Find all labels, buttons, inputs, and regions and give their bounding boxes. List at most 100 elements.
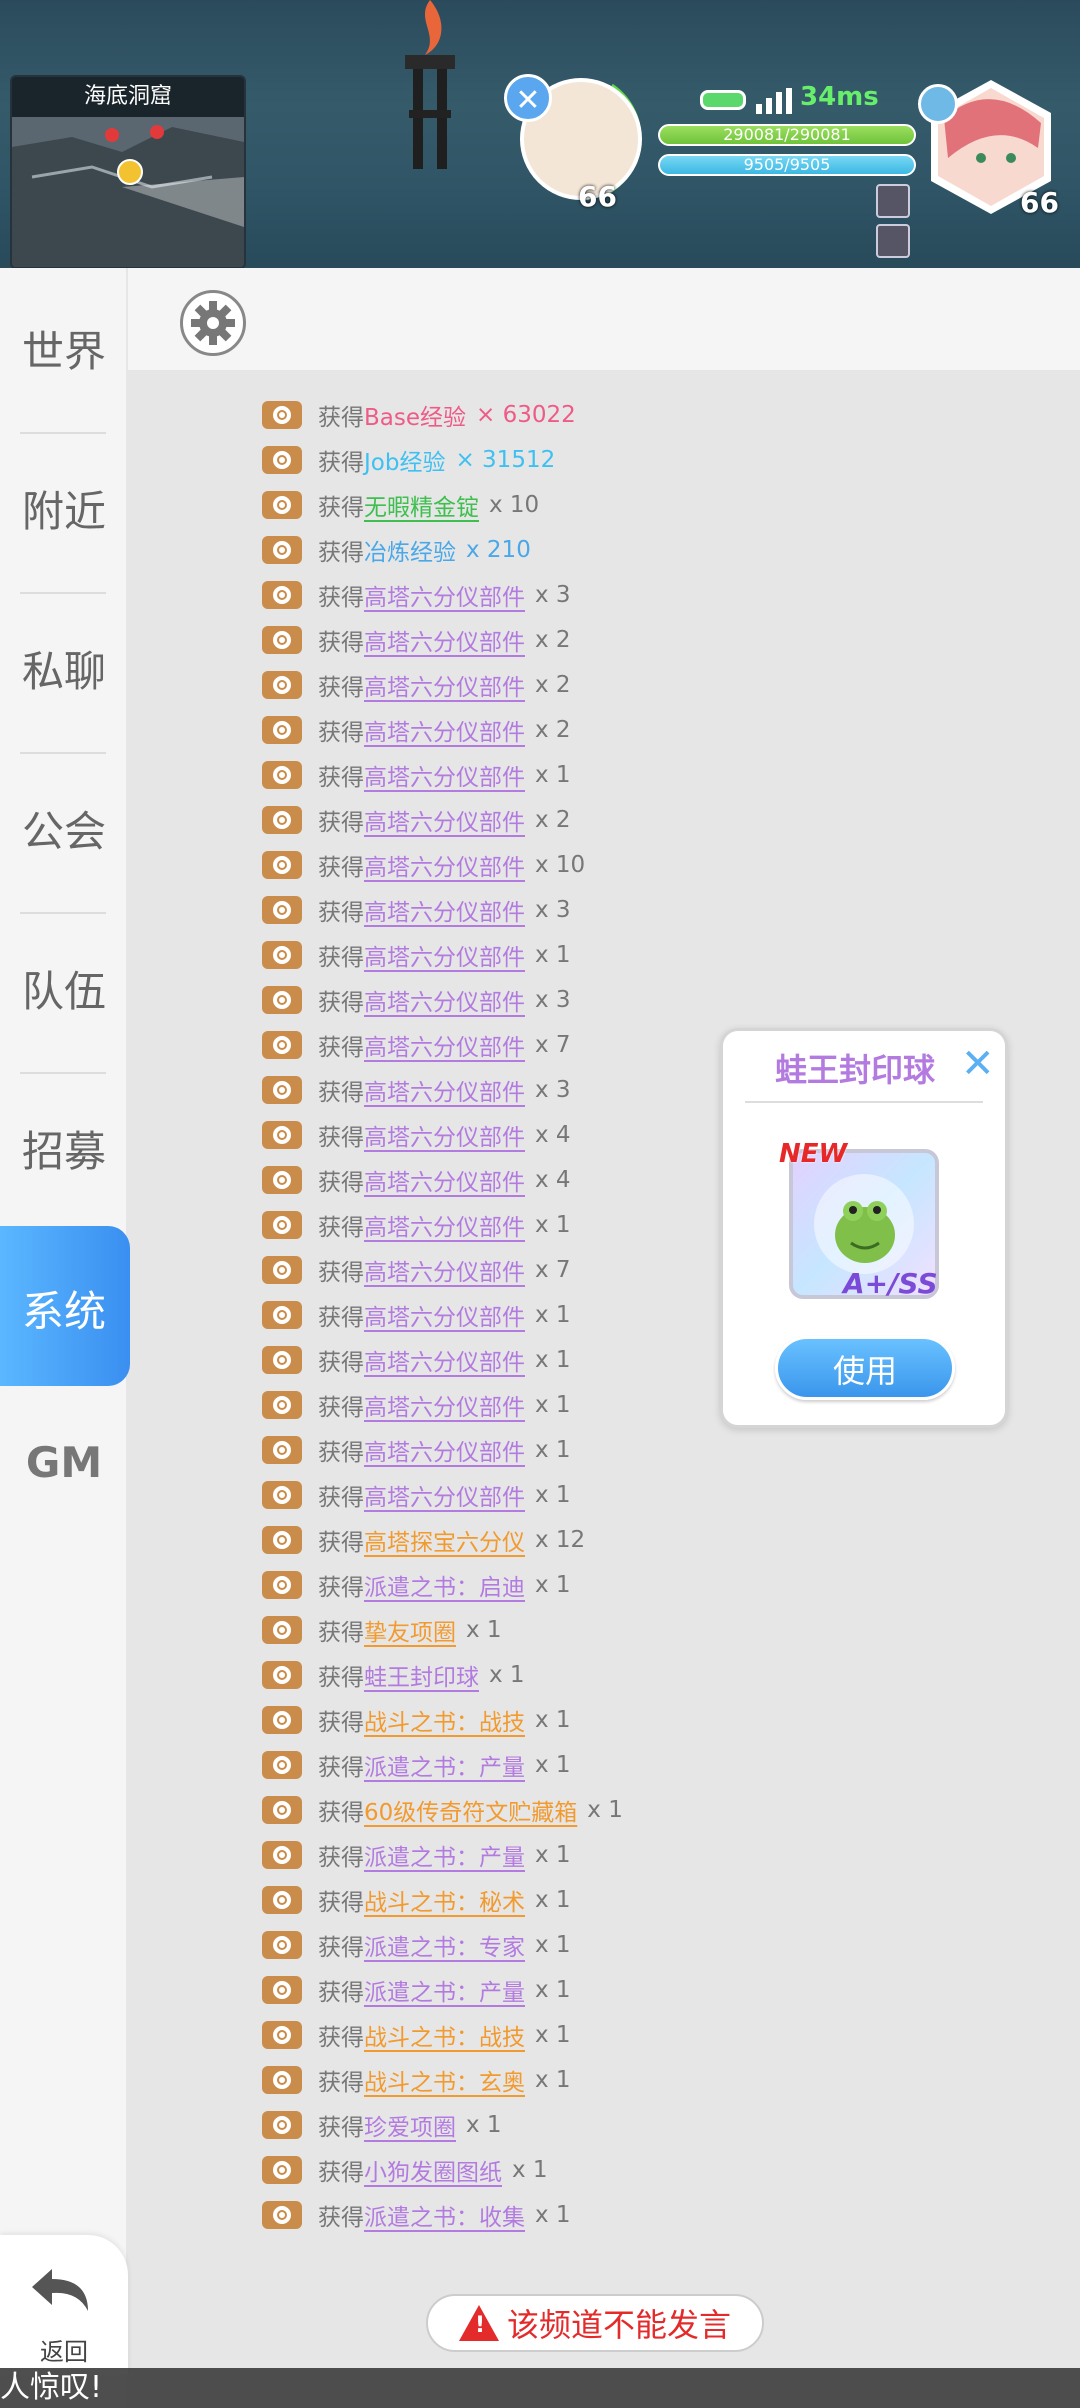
item-link[interactable]: 高塔六分仪部件 xyxy=(364,623,525,657)
item-quantity: x 3 xyxy=(535,1076,571,1103)
item-link[interactable]: 派遣之书：专家 xyxy=(364,1928,525,1962)
message-prefix: 获得 xyxy=(318,1394,364,1421)
item-link[interactable]: 高塔六分仪部件 xyxy=(364,848,525,882)
item-link[interactable]: 蛙王封印球 xyxy=(364,1658,479,1692)
item-quantity: x 1 xyxy=(466,1616,502,1643)
system-gear-icon xyxy=(262,940,302,969)
item-link[interactable]: 高塔六分仪部件 xyxy=(364,1163,525,1197)
item-quantity: x 1 xyxy=(535,1841,571,1868)
item-link[interactable]: 派遣之书：启迪 xyxy=(364,1568,525,1602)
item-link[interactable]: 高塔六分仪部件 xyxy=(364,1343,525,1377)
system-gear-icon xyxy=(262,1300,302,1329)
tab-world[interactable]: 世界 xyxy=(0,318,128,379)
battery-icon xyxy=(700,90,746,110)
system-gear-icon xyxy=(262,1165,302,1194)
item-link[interactable]: 高塔六分仪部件 xyxy=(364,803,525,837)
system-gear-icon xyxy=(262,1255,302,1284)
system-gear-icon xyxy=(262,2065,302,2094)
item-link[interactable]: 高塔六分仪部件 xyxy=(364,1118,525,1152)
back-arrow-icon xyxy=(32,2269,88,2311)
system-gear-icon xyxy=(262,1885,302,1914)
item-link[interactable]: 派遣之书：收集 xyxy=(364,2198,525,2232)
item-quantity: x 1 xyxy=(535,1886,571,1913)
item-link[interactable]: 高塔探宝六分仪 xyxy=(364,1523,525,1557)
item-popup: 蛙王封印球 ✕ NEW A+/SS 使用 xyxy=(720,1028,1008,1428)
system-gear-icon xyxy=(262,1075,302,1104)
item-quantity: x 1 xyxy=(535,1706,571,1733)
item-link[interactable]: 派遣之书：产量 xyxy=(364,1973,525,2007)
system-gear-icon xyxy=(262,2020,302,2049)
item-link[interactable]: 高塔六分仪部件 xyxy=(364,1073,525,1107)
tab-private[interactable]: 私聊 xyxy=(0,638,128,699)
message-prefix: 获得 xyxy=(318,1034,364,1061)
close-icon[interactable]: ✕ xyxy=(961,1041,995,1087)
message-prefix: 获得 xyxy=(318,809,364,836)
tab-system[interactable]: 系统 xyxy=(0,1278,128,1339)
tab-recruit[interactable]: 招募 xyxy=(0,1118,128,1179)
system-gear-icon xyxy=(262,985,302,1014)
item-link[interactable]: 高塔六分仪部件 xyxy=(364,893,525,927)
minimap[interactable]: 海底洞窟 xyxy=(10,75,246,268)
item-quantity: x 3 xyxy=(535,896,571,923)
tab-guild[interactable]: 公会 xyxy=(0,798,128,859)
item-link[interactable]: 高塔六分仪部件 xyxy=(364,983,525,1017)
list-item: 获得 高塔六分仪部件 x 1 xyxy=(262,1472,1022,1517)
settings-button[interactable] xyxy=(180,290,246,356)
item-link[interactable]: 高塔六分仪部件 xyxy=(364,1298,525,1332)
tab-gm[interactable]: GM xyxy=(0,1438,128,1487)
tab-team[interactable]: 队伍 xyxy=(0,958,128,1019)
item-link[interactable]: 高塔六分仪部件 xyxy=(364,1028,525,1062)
item-link[interactable]: 高塔六分仪部件 xyxy=(364,938,525,972)
system-gear-icon xyxy=(262,2110,302,2139)
list-item: 获得 冶炼经验 x 210 xyxy=(262,527,1022,572)
item-link[interactable]: 高塔六分仪部件 xyxy=(364,758,525,792)
item-link[interactable]: 派遣之书：产量 xyxy=(364,1748,525,1782)
item-quantity: x 1 xyxy=(535,1976,571,2003)
item-quantity: × 31512 xyxy=(455,446,556,473)
item-link[interactable]: 高塔六分仪部件 xyxy=(364,578,525,612)
system-gear-icon xyxy=(262,805,302,834)
item-link[interactable]: 60级传奇符文贮藏箱 xyxy=(364,1793,577,1827)
system-gear-icon xyxy=(262,1840,302,1869)
back-label: 返回 xyxy=(40,2338,88,2366)
item-link[interactable]: 高塔六分仪部件 xyxy=(364,1388,525,1422)
item-link[interactable]: 高塔六分仪部件 xyxy=(364,1433,525,1467)
list-item: 获得 战斗之书：秘术 x 1 xyxy=(262,1877,1022,1922)
item-link[interactable]: 战斗之书：玄奥 xyxy=(364,2063,525,2097)
tab-nearby[interactable]: 附近 xyxy=(0,478,128,539)
message-prefix: 获得 xyxy=(318,1304,364,1331)
gear-icon xyxy=(191,301,235,345)
item-link[interactable]: 派遣之书：产量 xyxy=(364,1838,525,1872)
list-item: 获得 高塔六分仪部件 x 2 xyxy=(262,662,1022,707)
item-link[interactable]: 高塔六分仪部件 xyxy=(364,1253,525,1287)
buff-icon[interactable] xyxy=(876,184,910,218)
divider xyxy=(20,1072,106,1074)
item-link[interactable]: 挚友项圈 xyxy=(364,1613,456,1647)
item-link[interactable]: 小狗发圈图纸 xyxy=(364,2153,502,2187)
item-quantity: x 12 xyxy=(535,1526,586,1553)
item-link[interactable]: 战斗之书：秘术 xyxy=(364,1883,525,1917)
item-link[interactable]: 高塔六分仪部件 xyxy=(364,668,525,702)
close-icon[interactable]: ✕ xyxy=(504,74,552,122)
item-link[interactable]: 高塔六分仪部件 xyxy=(364,1208,525,1242)
buff-icon[interactable] xyxy=(876,224,910,258)
item-link[interactable]: 战斗之书：战技 xyxy=(364,1703,525,1737)
divider xyxy=(20,432,106,434)
system-gear-icon xyxy=(262,670,302,699)
message-prefix: 获得 xyxy=(318,2069,364,2096)
message-prefix: 获得 xyxy=(318,1574,364,1601)
item-link: Base经验 xyxy=(364,404,467,431)
list-item: 获得 无暇精金锭 x 10 xyxy=(262,482,1022,527)
item-link[interactable]: 无暇精金锭 xyxy=(364,488,479,522)
list-item: 获得 派遣之书：收集 x 1 xyxy=(262,2192,1022,2237)
use-button[interactable]: 使用 xyxy=(775,1336,955,1400)
list-item: 获得 高塔六分仪部件 x 10 xyxy=(262,842,1022,887)
item-link[interactable]: 高塔六分仪部件 xyxy=(364,1478,525,1512)
item-link[interactable]: 珍爱项圈 xyxy=(364,2108,456,2142)
item-quantity: x 2 xyxy=(535,806,571,833)
message-prefix: 获得 xyxy=(318,1619,364,1646)
system-gear-icon xyxy=(262,1660,302,1689)
message-prefix: 获得 xyxy=(318,1484,364,1511)
item-link[interactable]: 高塔六分仪部件 xyxy=(364,713,525,747)
item-link[interactable]: 战斗之书：战技 xyxy=(364,2018,525,2052)
